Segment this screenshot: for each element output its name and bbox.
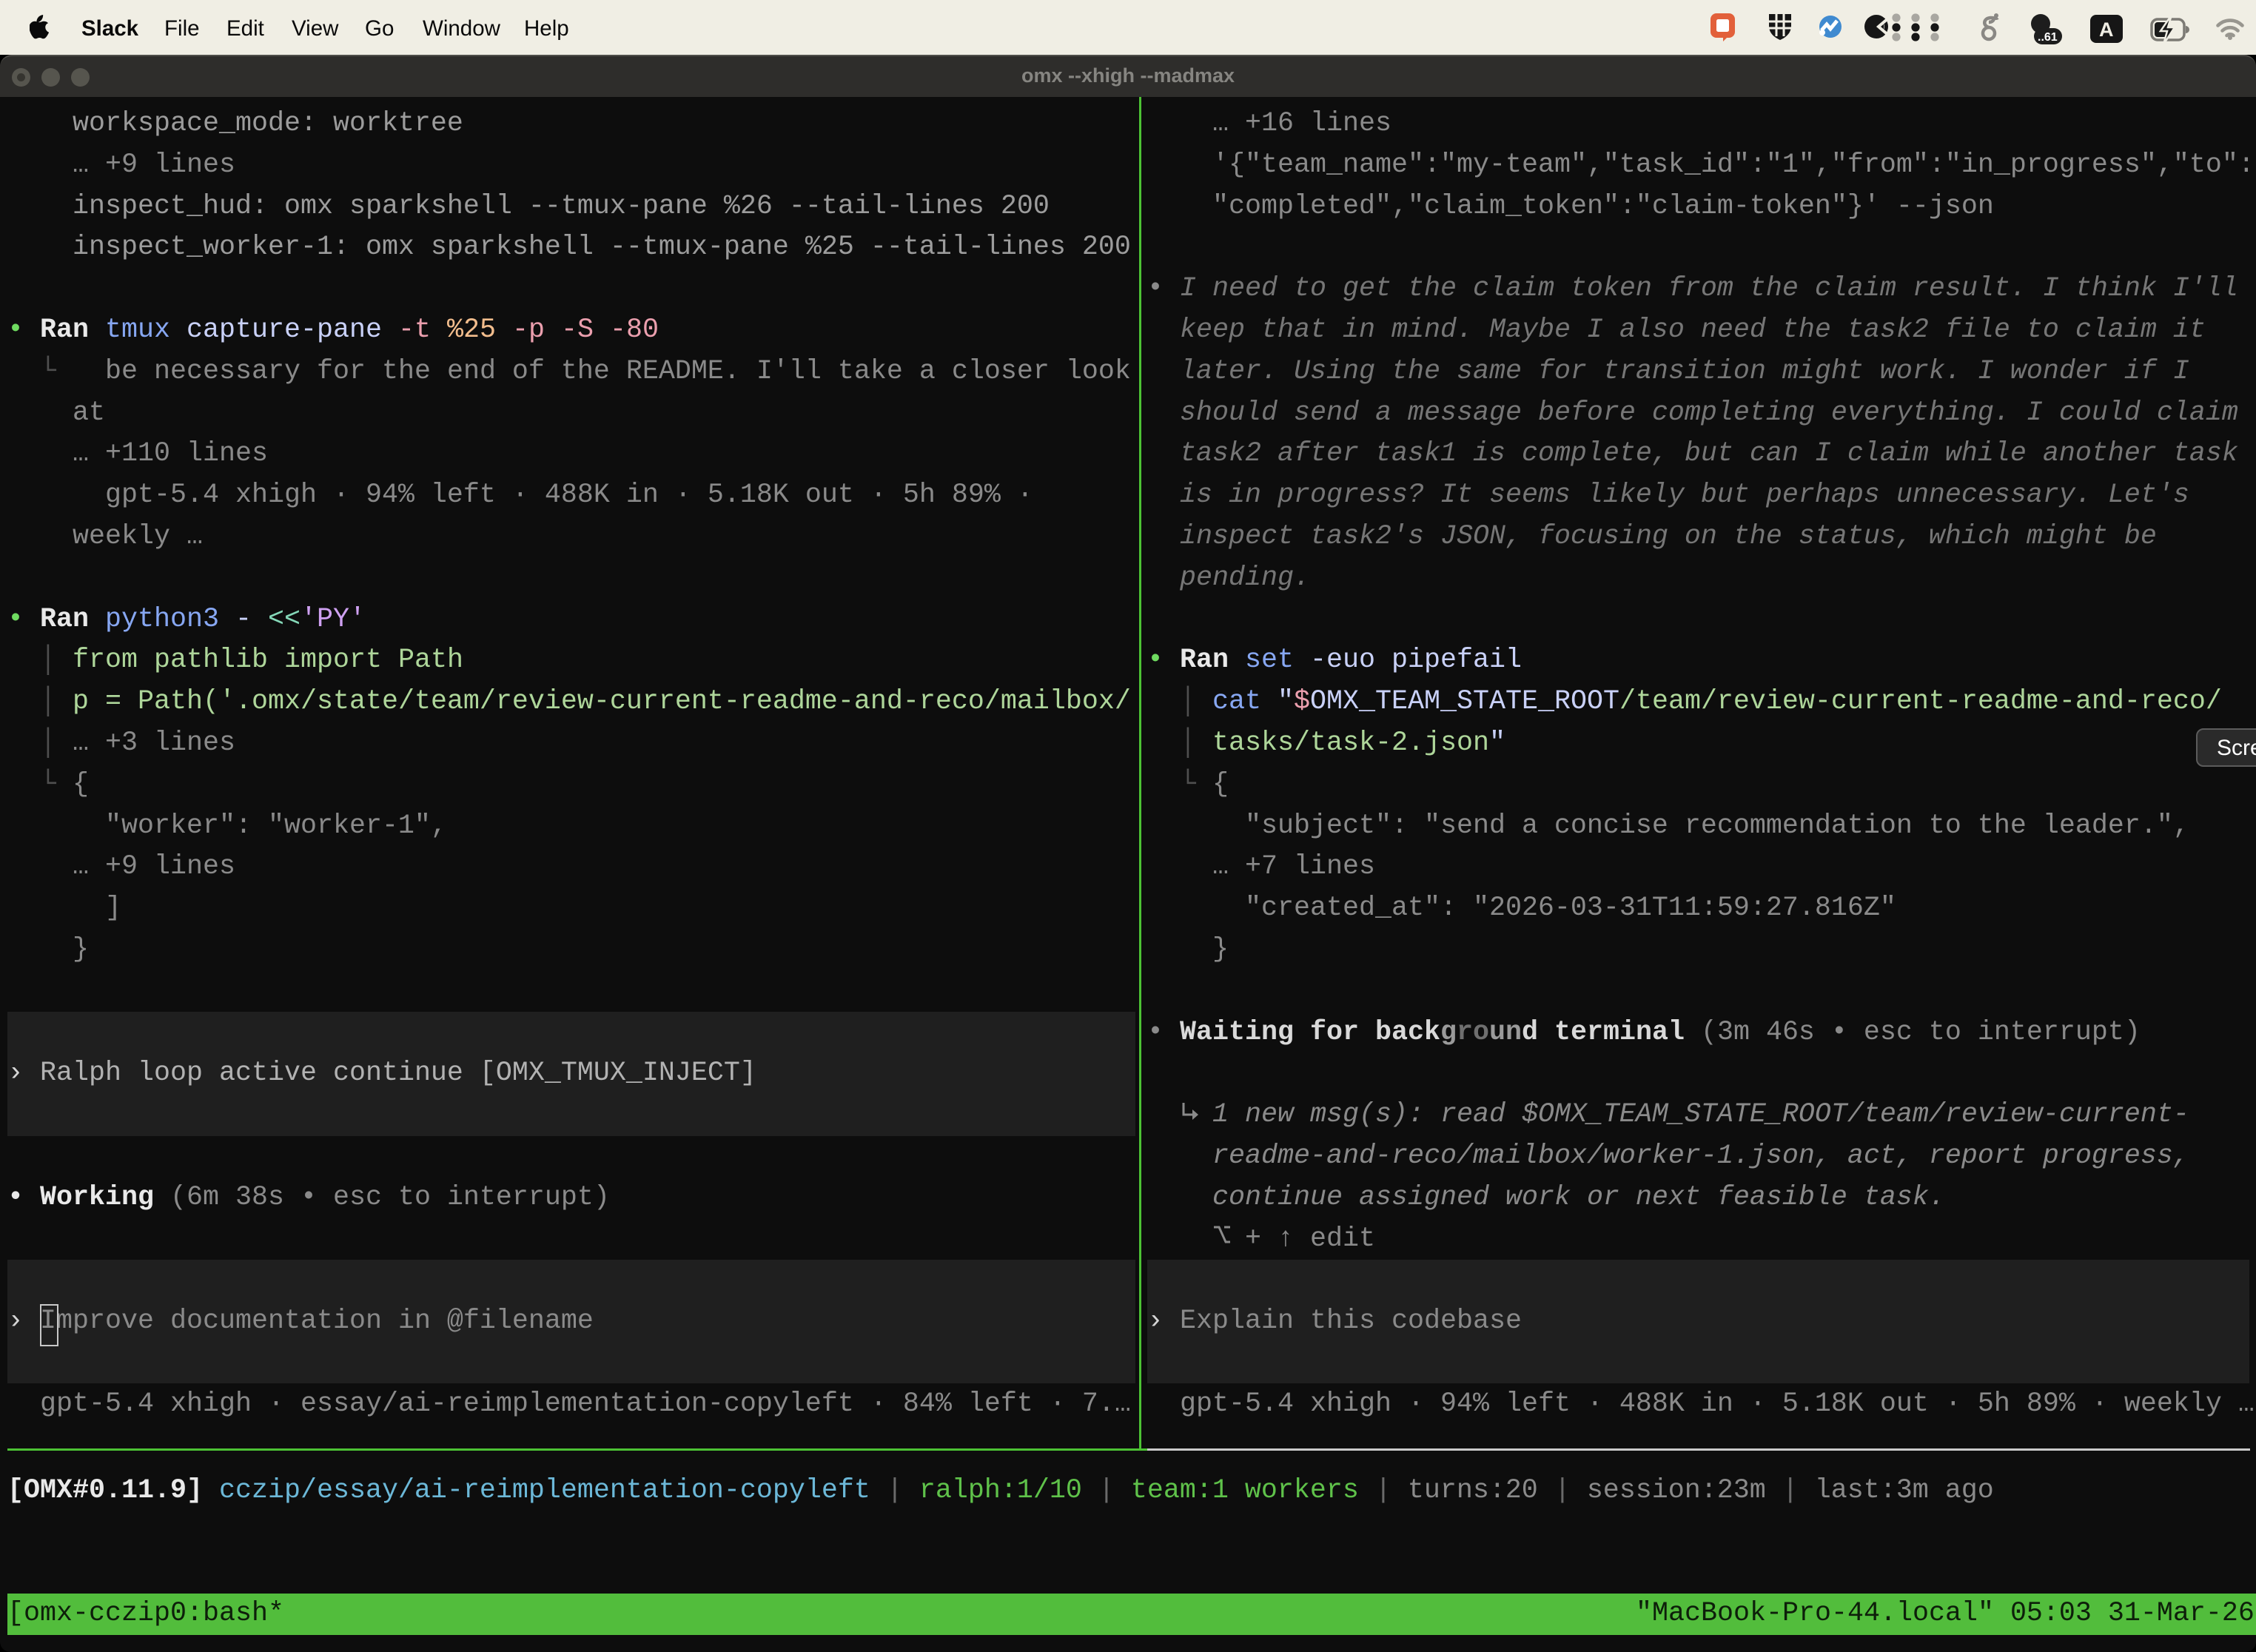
- svg-text:A: A: [2099, 19, 2114, 41]
- svg-text:..61: ..61: [2038, 31, 2058, 44]
